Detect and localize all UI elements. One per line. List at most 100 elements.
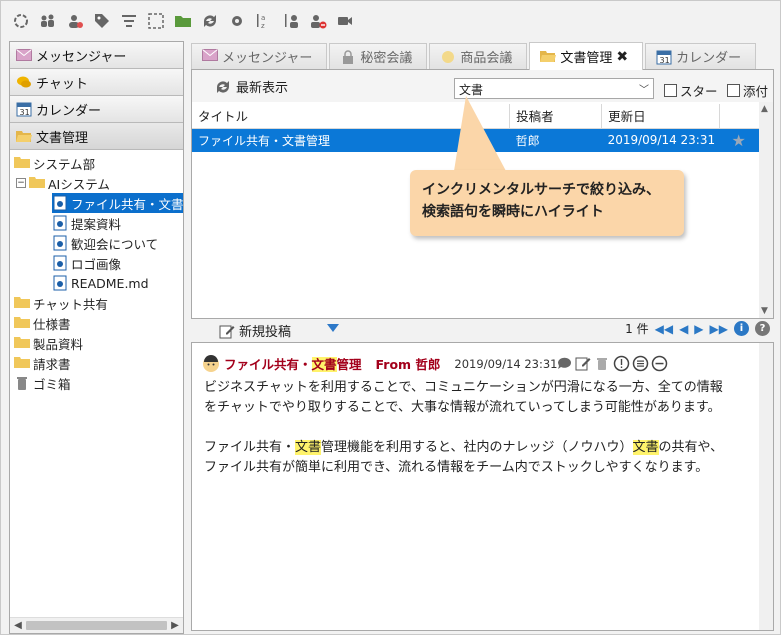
accordion-calendar[interactable]: 31 カレンダー — [10, 96, 183, 123]
alert-icon[interactable] — [613, 355, 630, 372]
new-post-button[interactable]: 新規投稿 — [219, 321, 291, 340]
scroll-right-icon[interactable]: ▶ — [168, 619, 182, 633]
document-list-vertical-scrollbar[interactable]: ▲ ▼ — [759, 102, 773, 318]
tree-node-welcome[interactable]: 歓迎会について — [52, 233, 158, 253]
subject-text: 管理 — [336, 357, 362, 372]
collapse-toggle[interactable]: − — [16, 178, 26, 188]
info-icon[interactable]: i — [734, 321, 749, 336]
next-page-icon[interactable]: ▶ — [694, 322, 703, 336]
help-icon[interactable]: ? — [755, 321, 770, 336]
tree-node-label: ファイル共有・文書 — [71, 196, 183, 212]
tag-icon[interactable] — [90, 9, 113, 33]
tab-messenger[interactable]: メッセンジャー — [191, 43, 328, 69]
close-icon[interactable]: ✖ — [616, 49, 628, 65]
tree-node-logo[interactable]: ロゴ画像 — [52, 253, 121, 273]
svg-text:a: a — [261, 14, 265, 22]
new-post-label: 新規投稿 — [239, 325, 292, 340]
folder-icon — [14, 315, 30, 331]
tab-label: 秘密会議 — [360, 51, 413, 66]
tree-node-proposal[interactable]: 提案資料 — [52, 213, 121, 233]
tree-node-spec[interactable]: 仕様書 — [14, 313, 71, 333]
last-page-icon[interactable]: ▶▶ — [710, 322, 728, 336]
avatar-icon — [202, 354, 220, 373]
tab-calendar[interactable]: 31 カレンダー — [645, 43, 757, 69]
sort-alpha-icon[interactable]: az — [252, 9, 275, 33]
tree-node-trash[interactable]: ゴミ箱 — [14, 373, 71, 393]
folder-open-icon[interactable] — [171, 9, 194, 33]
dropdown-arrow-icon[interactable] — [327, 324, 339, 332]
tab-document[interactable]: 文書管理 ✖ — [529, 42, 644, 70]
scroll-left-icon[interactable]: ◀ — [11, 619, 25, 633]
edit-icon[interactable] — [575, 355, 592, 372]
users-icon[interactable] — [36, 9, 59, 33]
callout-pointer — [454, 96, 506, 171]
delete-icon[interactable] — [594, 355, 611, 372]
selection-icon[interactable] — [144, 9, 167, 33]
sync-icon[interactable] — [198, 9, 221, 33]
tab-secret-meeting[interactable]: 秘密会議 — [329, 43, 428, 69]
video-icon[interactable] — [333, 9, 356, 33]
reply-icon[interactable] — [556, 355, 573, 372]
column-updated[interactable]: 更新日 — [601, 104, 720, 129]
chevron-down-icon[interactable]: ﹀ — [639, 81, 649, 96]
checkbox-box[interactable] — [727, 84, 740, 97]
list-icon[interactable] — [632, 355, 649, 372]
app-window: az メッセンジャー チャット 31 カレンダー 文書管理 システム部 − AI… — [0, 0, 781, 635]
user-remove-icon[interactable] — [306, 9, 329, 33]
tree-node-system-dept[interactable]: システム部 — [14, 153, 95, 173]
filter-select-icon[interactable] — [117, 9, 140, 33]
tree-node-label: README.md — [71, 275, 149, 291]
message-line: ビジネスチャットを利用することで、コミュニケーションが円滑になる一方、全ての情報 — [204, 380, 723, 395]
settings-icon[interactable] — [225, 9, 248, 33]
first-page-icon[interactable]: ◀◀ — [655, 322, 673, 336]
document-icon — [52, 255, 68, 271]
tab-product-meeting[interactable]: 商品会議 — [429, 43, 528, 69]
tree-node-label: チャット共有 — [33, 296, 108, 312]
sidebar-horizontal-scrollbar[interactable]: ◀ ▶ — [10, 617, 183, 633]
toolbar: az — [9, 7, 356, 35]
scroll-down-icon[interactable]: ▼ — [761, 306, 768, 316]
prev-page-icon[interactable]: ◀ — [679, 322, 688, 336]
tree-node-label: 仕様書 — [33, 316, 71, 332]
minus-circle-icon[interactable] — [651, 355, 668, 372]
tree-node-label: 歓迎会について — [71, 236, 159, 252]
accordion-chat-label: チャット — [36, 76, 88, 92]
user-group-icon[interactable] — [63, 9, 86, 33]
message-line: ファイル共有・文書管理機能を利用すると、社内のナレッジ（ノウハウ）文書の共有や、 — [204, 438, 723, 458]
message-highlight: 文書 — [632, 440, 659, 455]
tree-node-file-share[interactable]: ファイル共有・文書 — [52, 193, 183, 213]
tree-node-readme[interactable]: README.md — [52, 273, 149, 293]
chat-bubble-icon — [16, 74, 32, 90]
sidebar: メッセンジャー チャット 31 カレンダー 文書管理 システム部 − AIシステ… — [9, 41, 184, 634]
message-vertical-scrollbar[interactable] — [759, 343, 773, 630]
checkbox-box[interactable] — [664, 84, 677, 97]
scrollbar-thumb[interactable] — [26, 621, 167, 630]
sort-user-icon[interactable] — [279, 9, 302, 33]
refresh-icon — [214, 78, 232, 96]
tab-label: カレンダー — [676, 51, 742, 66]
message-body: ビジネスチャットを利用することで、コミュニケーションが円滑になる一方、全ての情報… — [204, 378, 723, 478]
attach-checkbox[interactable]: 添付 — [727, 81, 768, 100]
edit-icon — [219, 323, 235, 339]
accordion-chat[interactable]: チャット — [10, 69, 183, 96]
tree-node-ai-system[interactable]: − AIシステム — [16, 173, 110, 193]
star-checkbox[interactable]: スター — [664, 81, 718, 100]
tree-node-invoice[interactable]: 請求書 — [14, 353, 71, 373]
trash-icon — [14, 375, 30, 391]
subject-text: ファイル共有・ — [224, 357, 312, 372]
tree-node-product[interactable]: 製品資料 — [14, 333, 83, 353]
refresh-button[interactable]: 最新表示 — [214, 77, 288, 96]
calendar-icon: 31 — [16, 101, 32, 117]
folder-open-icon — [16, 128, 32, 144]
message-date: 2019/09/14 23:31 — [454, 356, 558, 371]
message-line: をチャットでやり取りすることで、大事な情報が流れていってしまう可能性があります。 — [204, 400, 721, 415]
svg-text:z: z — [261, 22, 265, 30]
refresh-label: 最新表示 — [236, 81, 289, 96]
scroll-up-icon[interactable]: ▲ — [761, 104, 768, 114]
tab-label: 商品会議 — [460, 51, 513, 66]
accordion-messenger[interactable]: メッセンジャー — [10, 42, 183, 69]
connect-icon[interactable] — [9, 9, 32, 33]
tree-node-chat-share[interactable]: チャット共有 — [14, 293, 108, 313]
calendar-icon: 31 — [656, 49, 672, 65]
accordion-document[interactable]: 文書管理 — [10, 123, 183, 150]
